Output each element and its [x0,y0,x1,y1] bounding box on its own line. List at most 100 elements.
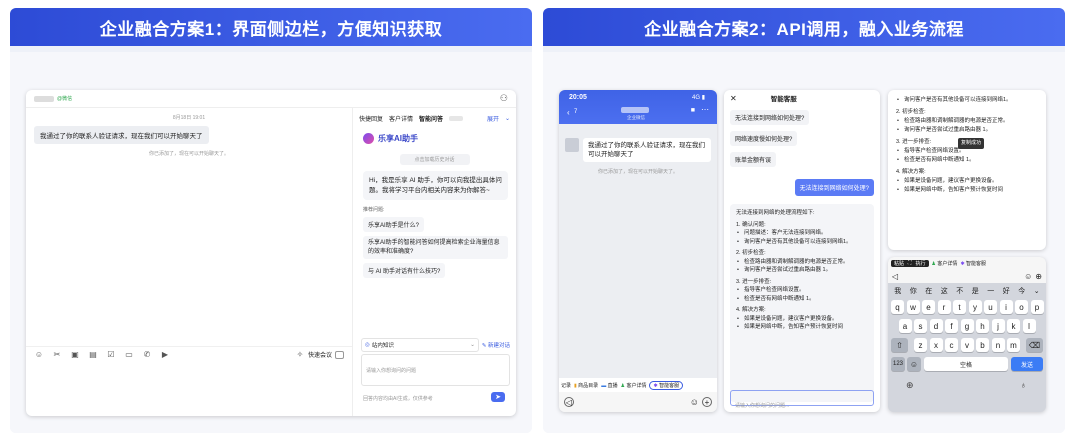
more-icon[interactable]: ⋯ [701,105,709,114]
quick-meeting-button[interactable]: 快速会议 [308,350,332,359]
key-j[interactable]: j [991,319,1005,333]
scan-icon[interactable]: ⛶ [908,260,912,267]
history-label: 点击加载历史对话 [414,157,455,163]
tab-quick-reply[interactable]: 快捷回复 [359,114,383,123]
candidate[interactable]: 好 [1003,286,1010,296]
panel-1: 企业融合方案1：界面侧边栏，方便知识获取 @微信 ⚇ 8月18日 19:01 我… [10,8,532,433]
candidate[interactable]: 是 [972,286,979,296]
close-icon[interactable]: ✕ [730,94,737,103]
space-key[interactable]: 空格 [924,357,1008,371]
checklist-icon[interactable]: ☑ [106,350,116,360]
key-v[interactable]: v [960,338,974,352]
key-c[interactable]: c [945,338,958,352]
service-input[interactable]: 请输入你想询问的问题... [730,390,874,409]
tab-smart-qa[interactable]: 智能问答 [419,114,443,123]
tab-blurred[interactable] [449,116,464,121]
key-k[interactable]: k [1007,319,1020,333]
candidate[interactable]: 你 [910,286,917,296]
key-t[interactable]: t [953,300,966,314]
key-u[interactable]: u [984,300,997,314]
phone-icon[interactable]: ✆ [142,350,152,360]
tool-customer[interactable]: ♟ 客户详情 [621,382,647,389]
tool-live[interactable]: ▬ 直播 [601,382,617,389]
new-chat-button[interactable]: ✎ 新建对话 [482,341,510,349]
zoom-section-3: 3. 进一步排查: 指导客户检查网络设置。检查是否有网络中断通知 1。 复制成功 [896,138,1038,165]
candidate[interactable]: 不 [956,286,963,296]
key-f[interactable]: f [945,319,958,333]
key-r[interactable]: r [937,300,951,314]
folder-icon[interactable]: ▭ [124,350,134,360]
kb-tab-smart[interactable]: ✱ 智能客服 [960,260,986,267]
voice-icon[interactable]: ◁ [892,272,898,281]
key-p[interactable]: p [1030,300,1044,314]
tool-catalog[interactable]: ▮ 商品目录 [574,382,598,389]
key-z[interactable]: z [914,338,927,352]
key-w[interactable]: w [906,300,920,314]
key-a[interactable]: a [898,319,912,333]
key-l[interactable]: l [1022,319,1036,333]
key-s[interactable]: s [914,319,927,333]
key-b[interactable]: b [976,338,989,352]
chat-timestamp: 8月18日 19:01 [172,115,206,121]
key-i[interactable]: i [999,300,1013,314]
key-n[interactable]: n [991,338,1005,352]
emoji-key[interactable]: ☺ [907,357,921,371]
tab-customer-detail[interactable]: 客户详情 [389,114,413,123]
candidate[interactable]: 我 [894,286,901,296]
kb-tab-customer[interactable]: ♟ 客户详情 [932,260,958,267]
history-button[interactable]: 点击加载历史对话 [399,154,470,165]
file-icon[interactable]: ▤ [88,350,98,360]
layout-icon[interactable] [335,350,344,359]
kb-select[interactable]: ◎ 站内知识 ⌄ [361,338,479,352]
send-icon[interactable]: ➤ [491,392,505,402]
paste-option[interactable]: 粘贴 [894,260,904,267]
image-icon[interactable]: ▣ [70,350,80,360]
num-key[interactable]: 123 [891,357,905,371]
execute-option[interactable]: 执行 [916,260,926,267]
chip-1[interactable]: 无法连接到网络如何处理? [730,110,810,125]
chevron-down-icon[interactable]: ⌄ [505,115,510,122]
shift-key[interactable]: ⇧ [891,338,908,352]
chevron-down-icon[interactable]: ⌄ [1034,287,1040,295]
suggestion-3[interactable]: 与 AI 助手对话有什么技巧? [363,263,446,278]
emoji-icon[interactable]: ☺ [690,397,699,407]
candidate[interactable]: 今 [1018,286,1025,296]
candidate[interactable]: 一 [987,286,994,296]
expand-button[interactable]: 展开 [487,114,499,123]
scissors-icon[interactable]: ✂ [52,350,62,360]
key-g[interactable]: g [960,319,974,333]
candidate[interactable]: 在 [925,286,932,296]
plus-icon[interactable]: + [702,397,712,407]
key-o[interactable]: o [1015,300,1028,314]
video-call-icon[interactable]: ■ [691,107,695,114]
video-icon[interactable]: ▶ [160,350,170,360]
spark-icon: ✱ [653,382,658,389]
add-member-icon[interactable]: ⚇ [500,93,508,104]
emoji-icon[interactable]: ☺ [34,350,44,360]
backspace-key[interactable]: ⌫ [1026,338,1043,352]
tool-smart-service[interactable]: ✱ 智能客服 [649,380,684,390]
back-icon[interactable]: ‹ [567,108,570,117]
key-e[interactable]: e [922,300,935,314]
key-q[interactable]: q [891,300,904,314]
emoji-icon[interactable]: ☺ [1024,272,1032,281]
send-key[interactable]: 发送 [1011,357,1043,371]
suggestion-2[interactable]: 乐享AI助手的智能问答如何提高检索企业海量信息的效率和准确度? [363,236,508,259]
suggestion-1[interactable]: 乐享AI助手是什么? [363,217,425,232]
candidate[interactable]: 这 [941,286,948,296]
chip-3[interactable]: 账单金额有误 [730,152,777,167]
chip-2[interactable]: 网络速度慢如何处理? [730,131,798,146]
key-m[interactable]: m [1007,338,1020,352]
plus-icon[interactable]: ⊕ [1035,272,1042,281]
question-input[interactable]: 请输入你想询问的问题 [361,354,510,386]
voice-icon[interactable]: ◁ [564,397,574,407]
globe-icon[interactable]: ⊕ [906,380,914,391]
key-y[interactable]: y [968,300,982,314]
tool-record[interactable]: 记录 [561,382,571,389]
new-chat-icon: ✎ [481,343,487,349]
microphone-icon[interactable]: ♁ [1020,380,1027,390]
key-x[interactable]: x [929,338,943,352]
chat-toolbar: ☺ ✂ ▣ ▤ ☑ ▭ ✆ ▶ ✧ 快速会议 [26,346,352,362]
key-d[interactable]: d [929,319,943,333]
key-h[interactable]: h [976,319,989,333]
